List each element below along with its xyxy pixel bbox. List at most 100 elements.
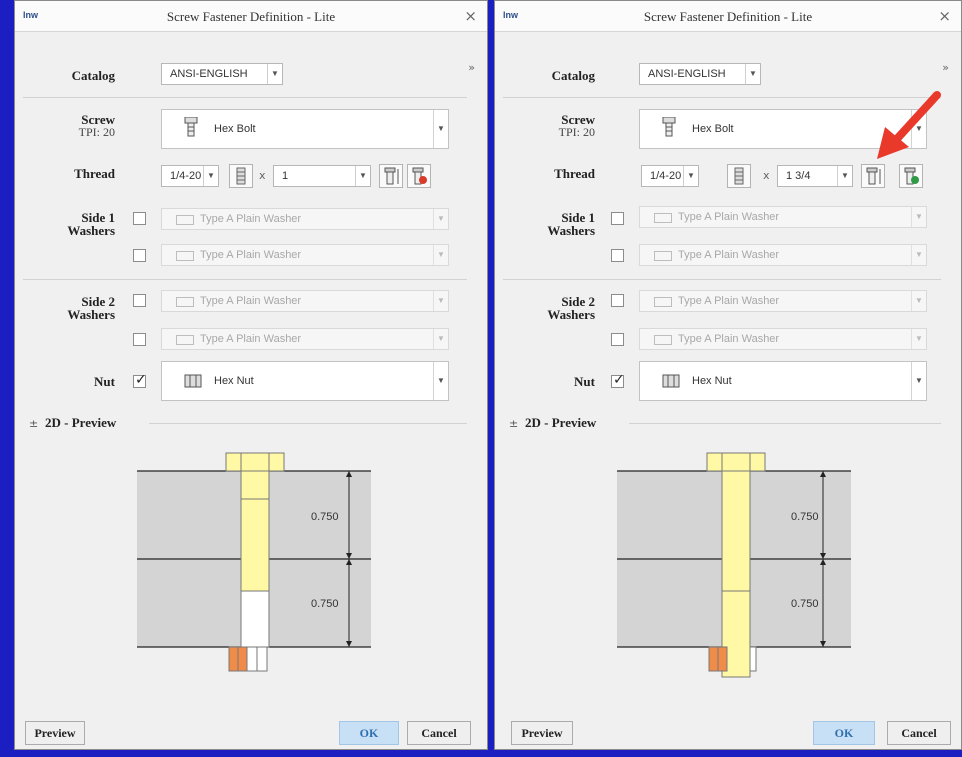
thread-label: Thread xyxy=(554,166,595,181)
chevron-down-icon: ▼ xyxy=(745,64,760,84)
side1-washers-label: Side 1 Washers xyxy=(45,211,115,237)
chevron-down-icon: ▼ xyxy=(433,291,448,311)
side2-washer-b-checkbox[interactable] xyxy=(611,333,624,346)
side2-washer-b-select[interactable]: Type A Plain Washer ▼ xyxy=(161,328,449,350)
thread-length-value: 1 3/4 xyxy=(786,170,811,182)
side1-washer-b-select[interactable]: Type A Plain Washer ▼ xyxy=(161,244,449,266)
nut-value: Hex Nut xyxy=(692,375,732,387)
thread-size-select[interactable]: 1/4-20 ▼ xyxy=(641,165,699,187)
preview-button[interactable]: Preview xyxy=(25,721,85,745)
side1-label-line2: Washers xyxy=(547,223,595,238)
nut-checkbox[interactable]: ✓ xyxy=(133,372,147,388)
chevron-down-icon: ▼ xyxy=(911,245,926,265)
side2-washer-a-checkbox[interactable] xyxy=(611,294,624,307)
side1-washer-a-select[interactable]: Type A Plain Washer ▼ xyxy=(639,206,927,228)
side2-washer-a-select[interactable]: Type A Plain Washer ▼ xyxy=(161,290,449,312)
chevron-down-icon: ▼ xyxy=(433,209,448,229)
catalog-select[interactable]: ANSI-ENGLISH ▼ xyxy=(639,63,761,85)
bolt-length-button[interactable] xyxy=(861,164,885,188)
nut-checkbox[interactable]: ✓ xyxy=(611,372,625,388)
cancel-button[interactable]: Cancel xyxy=(887,721,951,745)
nut-right xyxy=(749,646,757,672)
thread-button[interactable] xyxy=(229,164,253,188)
nut-select[interactable]: Hex Nut ▼ xyxy=(161,361,449,401)
dim-bottom: 0.750 xyxy=(311,598,339,610)
dialog-right: lnw Screw Fastener Definition - Lite × »… xyxy=(494,0,962,750)
washer-icon xyxy=(176,251,194,261)
side2-washer-a-value: Type A Plain Washer xyxy=(678,295,780,307)
thread-button[interactable] xyxy=(727,164,751,188)
screw-label: Screw TPI: 20 xyxy=(535,113,595,139)
check-icon: ✓ xyxy=(613,372,625,388)
dim-top: 0.750 xyxy=(791,511,819,523)
side1-washer-a-value: Type A Plain Washer xyxy=(678,211,780,223)
thread-size-select[interactable]: 1/4-20 ▼ xyxy=(161,165,219,187)
divider xyxy=(149,423,467,424)
auto-thread-button[interactable] xyxy=(899,164,923,188)
side1-washer-b-checkbox[interactable] xyxy=(611,249,624,262)
washer-icon xyxy=(176,215,194,225)
side1-washer-b-checkbox[interactable] xyxy=(133,249,146,262)
chevron-double-right-icon[interactable]: » xyxy=(942,61,949,74)
divider xyxy=(23,279,467,280)
thread-label: Thread xyxy=(74,166,115,181)
title-bar[interactable]: lnw Screw Fastener Definition - Lite × xyxy=(15,1,487,32)
thread-icon xyxy=(734,167,744,185)
check-icon: ✓ xyxy=(135,372,147,388)
side1-washer-a-select[interactable]: Type A Plain Washer ▼ xyxy=(161,208,449,230)
close-icon[interactable]: × xyxy=(464,7,477,25)
nut-mid xyxy=(246,646,258,672)
auto-thread-button[interactable] xyxy=(407,164,431,188)
red-arrow-icon xyxy=(877,91,941,159)
chevron-down-icon: ▼ xyxy=(683,166,698,186)
nut-label: Nut xyxy=(94,374,115,389)
preview-header: 2D - Preview xyxy=(45,415,117,430)
bolt-shank xyxy=(240,470,270,592)
divider xyxy=(23,97,467,98)
washer-icon xyxy=(176,335,194,345)
hex-bolt-icon xyxy=(662,117,676,137)
side2-washer-b-value: Type A Plain Washer xyxy=(200,333,302,345)
screw-select[interactable]: Hex Bolt ▼ xyxy=(161,109,449,149)
side2-washers-label: Side 2 Washers xyxy=(45,295,115,321)
preview-button[interactable]: Preview xyxy=(511,721,573,745)
side1-washer-b-select[interactable]: Type A Plain Washer ▼ xyxy=(639,244,927,266)
side1-washers-label: Side 1 Washers xyxy=(525,211,595,237)
catalog-value: ANSI-ENGLISH xyxy=(170,68,248,80)
chevron-double-right-icon[interactable]: » xyxy=(468,61,475,74)
side2-washer-a-checkbox[interactable] xyxy=(133,294,146,307)
side2-label-line2: Washers xyxy=(547,307,595,322)
chevron-down-icon: ▼ xyxy=(267,64,282,84)
thread-length-select[interactable]: 1 3/4 ▼ xyxy=(777,165,853,187)
washer-icon xyxy=(176,297,194,307)
side2-washer-b-checkbox[interactable] xyxy=(133,333,146,346)
screw-tpi: TPI: 20 xyxy=(78,125,115,139)
washer-icon xyxy=(654,335,672,345)
cancel-button[interactable]: Cancel xyxy=(407,721,471,745)
nut-right xyxy=(256,646,268,672)
times-symbol: x xyxy=(259,169,266,182)
collapse-icon[interactable]: ± xyxy=(29,417,38,430)
ok-button[interactable]: OK xyxy=(813,721,875,745)
thread-length-select[interactable]: 1 ▼ xyxy=(273,165,371,187)
bolt-head xyxy=(706,452,766,472)
auto-thread-icon xyxy=(412,167,427,185)
side2-washer-a-value: Type A Plain Washer xyxy=(200,295,302,307)
dialog-left: lnw Screw Fastener Definition - Lite × »… xyxy=(14,0,488,750)
side1-washer-a-checkbox[interactable] xyxy=(611,212,624,225)
washer-icon xyxy=(654,251,672,261)
ok-button[interactable]: OK xyxy=(339,721,399,745)
chevron-down-icon: ▼ xyxy=(911,291,926,311)
catalog-label: Catalog xyxy=(71,68,115,83)
chevron-down-icon: ▼ xyxy=(203,166,218,186)
collapse-icon[interactable]: ± xyxy=(509,417,518,430)
close-icon[interactable]: × xyxy=(938,7,951,25)
nut-select[interactable]: Hex Nut ▼ xyxy=(639,361,927,401)
side1-washer-a-checkbox[interactable] xyxy=(133,212,146,225)
title-bar[interactable]: lnw Screw Fastener Definition - Lite × xyxy=(495,1,961,32)
side2-washer-a-select[interactable]: Type A Plain Washer ▼ xyxy=(639,290,927,312)
side2-washer-b-select[interactable]: Type A Plain Washer ▼ xyxy=(639,328,927,350)
bolt-length-button[interactable] xyxy=(379,164,403,188)
fastener-preview: 0.750 0.750 xyxy=(617,452,851,678)
catalog-select[interactable]: ANSI-ENGLISH ▼ xyxy=(161,63,283,85)
